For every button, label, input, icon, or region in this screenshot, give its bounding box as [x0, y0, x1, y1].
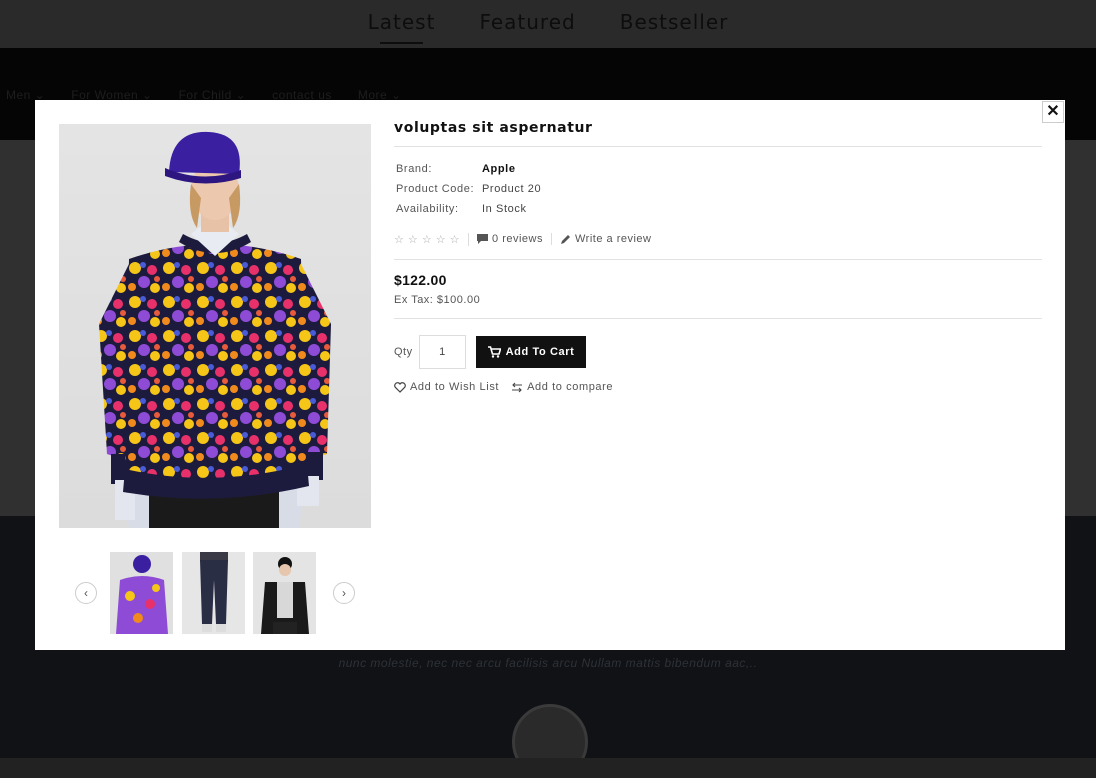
background-footer [0, 758, 1096, 778]
chevron-left-icon[interactable]: ‹ [75, 582, 97, 604]
reviews-count: 0 reviews [492, 233, 543, 245]
write-review-label: Write a review [575, 233, 652, 245]
comment-icon [477, 234, 489, 244]
availability-value: In Stock [482, 203, 527, 215]
chevron-right-icon[interactable]: › [333, 582, 355, 604]
product-code-row: Product Code: Product 20 [394, 179, 1042, 199]
tab-bestseller[interactable]: Bestseller [620, 10, 729, 38]
qty-label: Qty [394, 346, 413, 358]
product-info-table: Brand: Apple Product Code: Product 20 Av… [394, 159, 1042, 219]
thumbnail-jacket[interactable] [253, 552, 316, 634]
pencil-icon [561, 234, 570, 244]
thumbnail-pants[interactable] [182, 552, 245, 634]
add-to-wishlist-link[interactable]: Add to Wish List [394, 381, 499, 393]
testimonial-quote: nunc molestie, nec nec arcu facilisis ar… [338, 656, 758, 670]
product-title: voluptas sit aspernatur [394, 120, 1042, 147]
add-to-cart-button[interactable]: Add To Cart [475, 336, 587, 368]
product-main-image [59, 124, 371, 528]
rating-row: ☆ ☆ ☆ ☆ ☆ 0 reviews Write a review [394, 231, 1042, 247]
product-price: $122.00 [394, 272, 447, 288]
reviews-link[interactable]: 0 reviews [477, 233, 552, 245]
add-to-cart-label: Add To Cart [505, 346, 575, 358]
cart-icon [487, 346, 501, 358]
product-code-value: Product 20 [482, 183, 542, 195]
thumbnail-carousel: ‹ › [75, 552, 355, 634]
quick-view-modal: ✕ ‹ › voluptas sit aspernatur Brand: App… [35, 100, 1065, 650]
brand-label: Brand: [396, 163, 433, 175]
availability-row: Availability: In Stock [394, 199, 1042, 219]
model-sweater-illustration [99, 131, 331, 528]
background-tab-bar: Latest Featured Bestseller [0, 0, 1096, 48]
brand-row: Brand: Apple [394, 159, 1042, 179]
compare-label: Add to compare [527, 381, 614, 393]
rating-stars: ☆ ☆ ☆ ☆ ☆ [394, 232, 470, 246]
compare-icon [512, 382, 523, 392]
product-details: voluptas sit aspernatur Brand: Apple Pro… [394, 120, 1042, 393]
wishlist-label: Add to Wish List [410, 381, 500, 393]
tab-featured[interactable]: Featured [479, 10, 575, 38]
product-code-label: Product Code: [396, 183, 475, 195]
heart-icon [394, 381, 406, 393]
availability-label: Availability: [396, 203, 459, 215]
divider [394, 259, 1042, 260]
brand-link[interactable]: Apple [482, 163, 516, 175]
secondary-actions: Add to Wish List Add to compare [394, 381, 1042, 393]
close-button[interactable]: ✕ [1042, 101, 1064, 123]
tab-latest[interactable]: Latest [368, 10, 436, 44]
add-to-compare-link[interactable]: Add to compare [511, 381, 613, 393]
quantity-input[interactable] [418, 335, 466, 369]
add-to-cart-row: Qty Add To Cart [394, 335, 1042, 369]
divider [394, 318, 1042, 319]
thumbnail-sweater[interactable] [110, 552, 173, 634]
write-review-link[interactable]: Write a review [560, 233, 651, 245]
ex-tax-price: Ex Tax: $100.00 [394, 294, 481, 306]
